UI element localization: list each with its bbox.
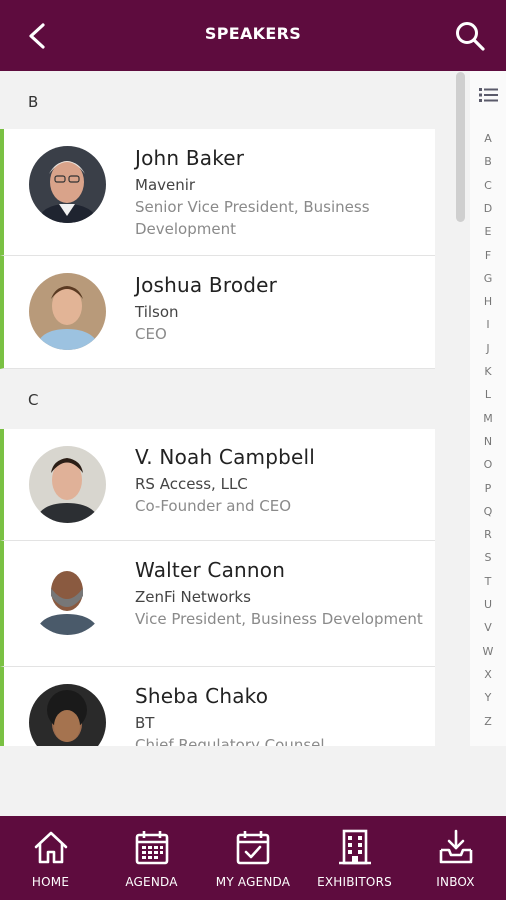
- speaker-card-john-baker[interactable]: John Baker Mavenir Senior Vice President…: [0, 129, 435, 256]
- index-letter-c[interactable]: C: [470, 179, 506, 192]
- speaker-role: Chief Regulatory Counsel: [135, 736, 325, 746]
- index-letter-l[interactable]: L: [470, 388, 506, 401]
- tab-label: AGENDA: [125, 875, 178, 889]
- index-letter-g[interactable]: G: [470, 272, 506, 285]
- index-letter-w[interactable]: W: [470, 645, 506, 658]
- avatar: [29, 684, 106, 746]
- speaker-company: Mavenir: [135, 176, 196, 194]
- speaker-role: Senior Vice President, Business Developm…: [135, 198, 370, 238]
- index-letter-i[interactable]: I: [470, 318, 506, 331]
- speaker-name: V. Noah Campbell: [135, 445, 316, 469]
- index-letter-u[interactable]: U: [470, 598, 506, 611]
- section-header-b: B: [28, 93, 39, 111]
- index-letter-q[interactable]: Q: [470, 505, 506, 518]
- index-letter-b[interactable]: B: [470, 155, 506, 168]
- index-letter-j[interactable]: J: [470, 342, 506, 355]
- speaker-card-joshua-broder[interactable]: Joshua Broder Tilson CEO: [0, 256, 435, 369]
- inbox-download-icon: [439, 829, 472, 864]
- tab-label: EXHIBITORS: [317, 875, 392, 889]
- tab-home[interactable]: HOME: [0, 816, 101, 900]
- alphabet-index: ABCDEFGHIJKLMNOPQRSTUVWXYZ: [470, 71, 506, 746]
- tab-my-agenda[interactable]: MY AGENDA: [202, 816, 304, 900]
- search-icon[interactable]: [454, 20, 486, 52]
- calendar-check-icon: [236, 831, 270, 865]
- tab-label: INBOX: [436, 875, 475, 889]
- index-letter-m[interactable]: M: [470, 412, 506, 425]
- speaker-role: Co-Founder and CEO: [135, 497, 292, 515]
- speaker-name: Joshua Broder: [135, 273, 278, 297]
- avatar: [29, 146, 106, 223]
- index-letter-r[interactable]: R: [470, 528, 506, 541]
- index-letter-x[interactable]: X: [470, 668, 506, 681]
- index-letter-d[interactable]: D: [470, 202, 506, 215]
- avatar: [29, 446, 106, 523]
- speaker-card-walter-cannon[interactable]: Walter Cannon ZenFi Networks Vice Presid…: [0, 541, 435, 667]
- speaker-card-sheba-chako[interactable]: Sheba Chako BT Chief Regulatory Counsel: [0, 667, 435, 746]
- tab-label: HOME: [31, 875, 70, 889]
- index-letter-n[interactable]: N: [470, 435, 506, 448]
- home-icon: [34, 831, 67, 864]
- index-letter-z[interactable]: Z: [470, 715, 506, 728]
- index-letter-y[interactable]: Y: [470, 691, 506, 704]
- index-letter-p[interactable]: P: [470, 482, 506, 495]
- section-header-c: C: [28, 391, 39, 409]
- index-letter-s[interactable]: S: [470, 551, 506, 564]
- tab-exhibitors[interactable]: EXHIBITORS: [304, 816, 405, 900]
- avatar: [29, 273, 106, 350]
- speaker-card-noah-campbell[interactable]: V. Noah Campbell RS Access, LLC Co-Found…: [0, 429, 435, 541]
- tab-label: MY AGENDA: [215, 875, 291, 889]
- top-app-bar: SPEAKERS: [0, 0, 506, 71]
- index-letter-k[interactable]: K: [470, 365, 506, 378]
- speaker-name: Sheba Chako: [135, 684, 269, 708]
- speaker-company: BT: [135, 714, 155, 732]
- calendar-icon: [135, 831, 168, 865]
- speaker-name: Walter Cannon: [135, 558, 286, 582]
- index-letter-e[interactable]: E: [470, 225, 506, 238]
- page-title: SPEAKERS: [204, 24, 302, 43]
- list-icon[interactable]: [479, 86, 499, 104]
- bottom-tab-bar: HOME AGENDA MY AGENDA EXHIBITORS INBOX: [0, 816, 506, 900]
- avatar: [29, 558, 106, 635]
- bottom-spacer: [0, 746, 506, 816]
- speaker-role: CEO: [135, 325, 167, 343]
- speaker-company: ZenFi Networks: [135, 588, 251, 606]
- tab-inbox[interactable]: INBOX: [405, 816, 506, 900]
- speaker-company: Tilson: [135, 303, 179, 321]
- speaker-role: Vice President, Business Development: [135, 610, 423, 628]
- index-letter-h[interactable]: H: [470, 295, 506, 308]
- index-letter-t[interactable]: T: [470, 575, 506, 588]
- tab-agenda[interactable]: AGENDA: [101, 816, 202, 900]
- speaker-company: RS Access, LLC: [135, 475, 248, 493]
- speaker-list[interactable]: B John Baker Mavenir Senior Vice Preside…: [0, 71, 470, 746]
- index-letter-f[interactable]: F: [470, 249, 506, 262]
- scrollbar-thumb[interactable]: [456, 72, 465, 222]
- index-letter-o[interactable]: O: [470, 458, 506, 471]
- index-letter-a[interactable]: A: [470, 132, 506, 145]
- index-letter-v[interactable]: V: [470, 621, 506, 634]
- building-icon: [338, 829, 371, 865]
- speaker-name: John Baker: [135, 146, 245, 170]
